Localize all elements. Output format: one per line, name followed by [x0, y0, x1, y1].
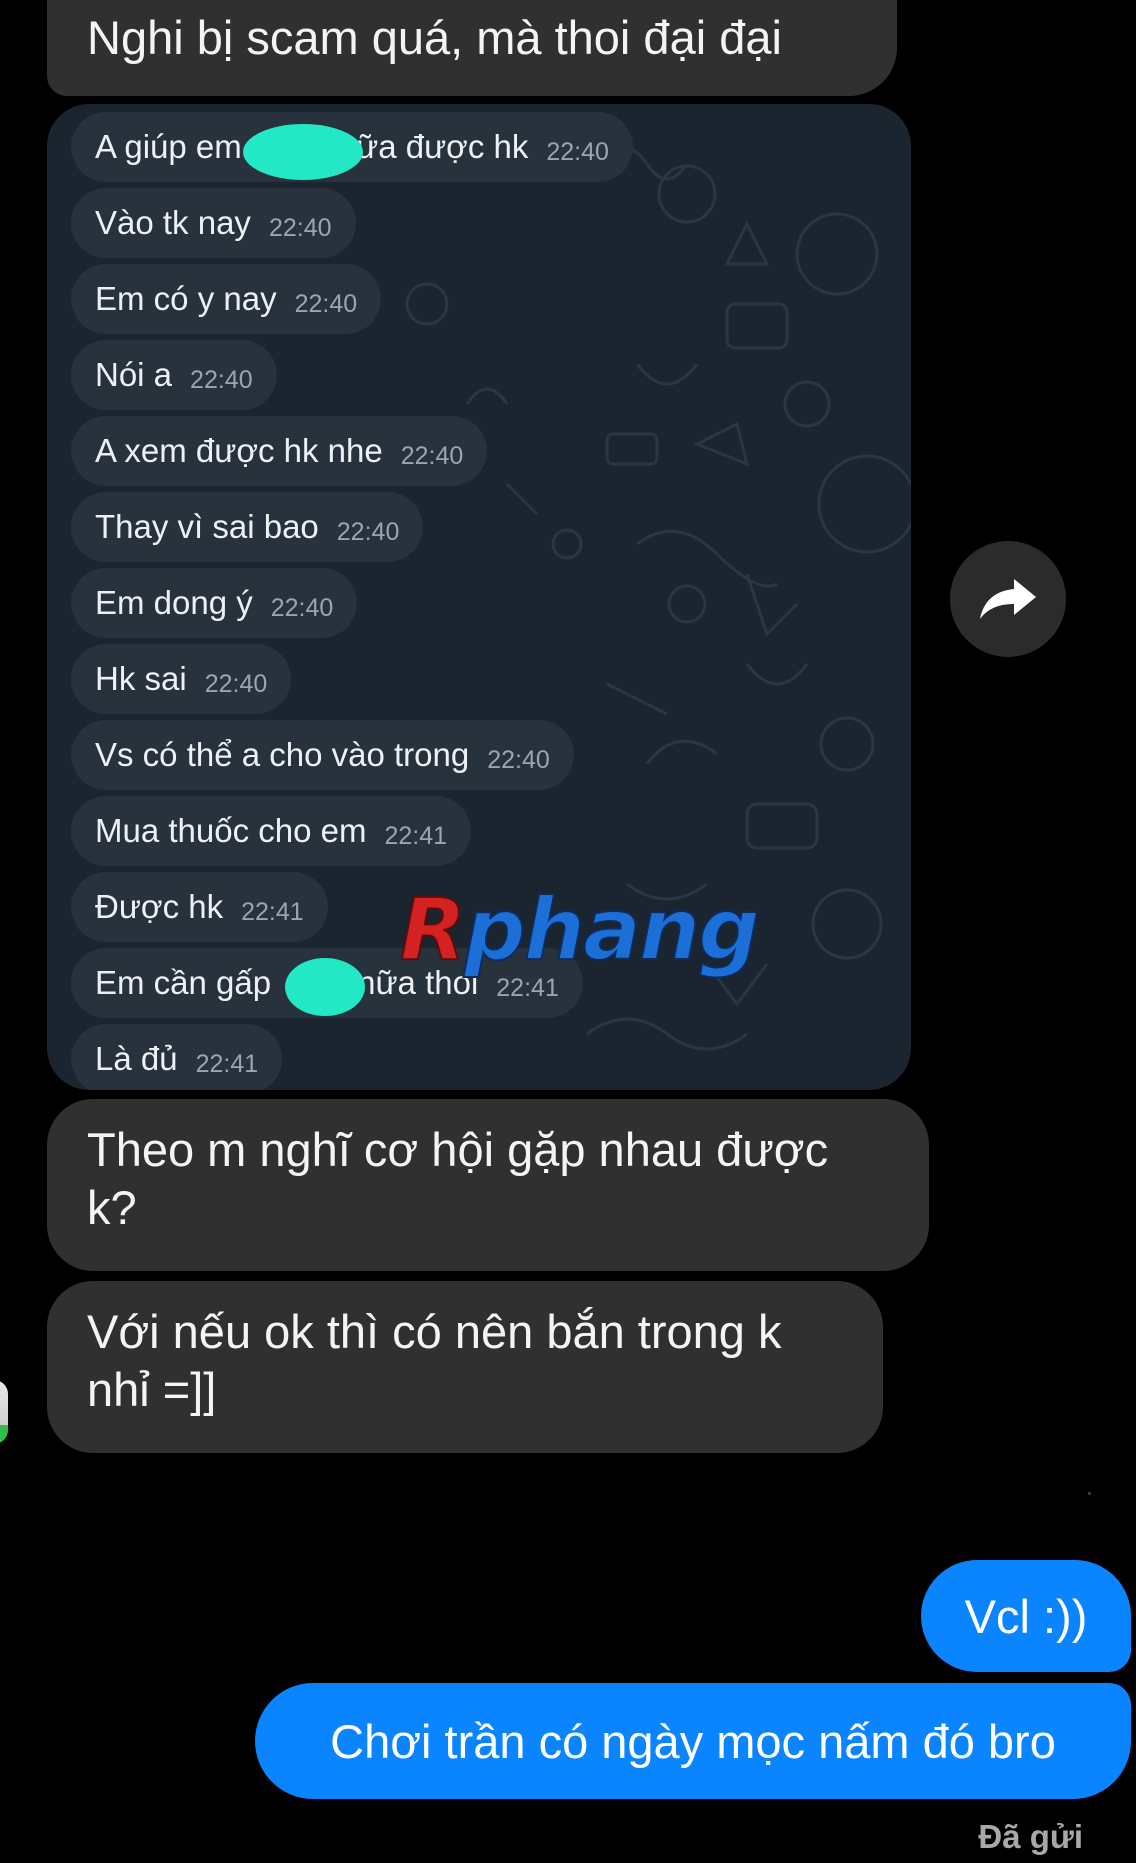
quoted-message: Được hk 22:41: [71, 872, 328, 942]
sent-message[interactable]: Chơi trần có ngày mọc nấm đó bro: [255, 1683, 1131, 1799]
quoted-message-text: Vào tk nay: [95, 204, 251, 241]
timestamp: 22:40: [336, 517, 400, 546]
timestamp: 22:40: [190, 365, 253, 394]
quoted-message: Em dong ý 22:40: [71, 568, 358, 638]
message-text: Theo m nghĩ cơ hội gặp nhau được k?: [87, 1123, 829, 1234]
decorative-dot: [1088, 1492, 1091, 1495]
timestamp: 22:40: [487, 745, 550, 774]
sent-message[interactable]: Vcl :)): [921, 1560, 1131, 1672]
quoted-message-text: Mua thuốc cho em: [95, 812, 367, 849]
message-text: Với nếu ok thì có nên bắn trong k nhỉ =]…: [87, 1305, 782, 1416]
quoted-message-text: Vs có thể a cho vào trong: [95, 736, 470, 773]
watermark-logo: Rphang: [399, 879, 761, 981]
quoted-message-text: Là đủ: [95, 1040, 178, 1077]
timestamp: 22:40: [268, 213, 332, 242]
incoming-message[interactable]: Với nếu ok thì có nên bắn trong k nhỉ =]…: [47, 1281, 883, 1453]
quoted-message: Mua thuốc cho em 22:41: [71, 796, 472, 866]
quoted-message-text: Hk sai: [95, 660, 187, 697]
share-button[interactable]: [950, 541, 1066, 657]
quoted-message-text: Thay vì sai bao: [95, 508, 319, 545]
timestamp: 22:40: [270, 593, 334, 622]
timestamp: 22:40: [294, 289, 358, 318]
share-arrow-icon: [980, 579, 1036, 619]
incoming-message[interactable]: Theo m nghĩ cơ hội gặp nhau được k?: [47, 1099, 929, 1271]
timestamp: 22:41: [384, 821, 448, 850]
message-text: Chơi trần có ngày mọc nấm đó bro: [330, 1714, 1056, 1768]
quoted-message-text: Nói a: [95, 356, 173, 393]
quoted-message: Nói a 22:40: [71, 340, 277, 410]
timestamp: 22:40: [546, 137, 609, 166]
quoted-message-text: Em dong ý: [95, 584, 253, 621]
quoted-message-text: Được hk: [95, 888, 224, 925]
redaction-blot: [285, 958, 365, 1016]
quoted-message: A xem được hk nhe 22:40: [71, 416, 488, 486]
delivery-status: Đã gửi: [978, 1818, 1083, 1855]
quoted-message: Là đủ 22:41: [71, 1024, 283, 1090]
quoted-message-text: A xem được hk nhe: [95, 432, 383, 469]
message-text: Vcl :)): [964, 1589, 1088, 1643]
watermark-rest: phang: [463, 879, 761, 981]
redaction-blot: [243, 124, 363, 180]
quoted-message: Em có y nay 22:40: [71, 264, 382, 334]
quoted-message: Vào tk nay 22:40: [71, 188, 356, 258]
quoted-message: Vs có thể a cho vào trong 22:40: [71, 720, 574, 790]
quoted-message: Hk sai 22:40: [71, 644, 292, 714]
quoted-message: Thay vì sai bao 22:40: [71, 492, 424, 562]
sender-avatar[interactable]: [0, 1380, 8, 1444]
message-text: Nghi bị scam quá, mà thoi đại đại: [87, 11, 782, 64]
timestamp: 22:41: [241, 897, 304, 926]
quoted-message-text: Em có y nay: [95, 280, 277, 317]
timestamp: 22:41: [195, 1049, 259, 1078]
timestamp: 22:40: [204, 669, 268, 698]
watermark-first-letter: R: [399, 879, 467, 981]
incoming-message-top[interactable]: Nghi bị scam quá, mà thoi đại đại: [47, 0, 897, 96]
timestamp: 22:40: [400, 441, 464, 470]
